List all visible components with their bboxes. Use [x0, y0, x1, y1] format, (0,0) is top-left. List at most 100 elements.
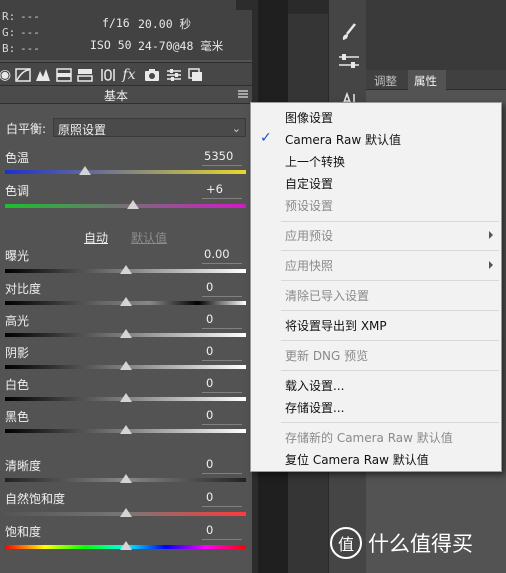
menu-item-save-new-defaults: 存储新的 Camera Raw 默认值 [285, 431, 453, 445]
checkmark-icon: ✓ [260, 130, 272, 146]
menu-item-camera-raw-default[interactable]: Camera Raw 默认值 [285, 131, 401, 148]
top-strip [288, 0, 328, 14]
menu-item-load-settings[interactable]: 载入设置... [285, 377, 344, 394]
slider-value-field[interactable]: 0 [206, 344, 213, 358]
slider-value-field[interactable]: 0 [206, 457, 213, 471]
panel-menu-icon[interactable] [238, 88, 248, 98]
info-readout: R: --- G: --- B: --- f/16 20.00 秒 ISO 50… [0, 0, 252, 60]
camera-calibration-tab-icon[interactable] [143, 67, 161, 83]
aperture-tab-icon[interactable]: ◉ [0, 67, 14, 83]
slider-label: 黑色 [5, 410, 30, 424]
slider-value-field[interactable]: 0 [206, 376, 213, 390]
detail-tab-icon[interactable] [34, 67, 52, 83]
slider-thumb[interactable] [119, 297, 132, 306]
white-balance-label: 白平衡: [6, 122, 47, 136]
auto-link[interactable]: 自动 [84, 229, 108, 246]
slider-thumb[interactable] [119, 474, 132, 483]
white-balance-select[interactable]: 原照设置 ⌄ [53, 118, 246, 137]
menu-item-previous-conversion[interactable]: 上一个转换 [285, 153, 345, 170]
slider-thumb[interactable] [119, 393, 132, 402]
default-link[interactable]: 默认值 [131, 229, 167, 246]
slider-value-field[interactable]: 0 [206, 408, 213, 422]
slider-label: 饱和度 [5, 525, 42, 539]
value-underline [202, 328, 242, 329]
value-underline [202, 392, 242, 393]
b-value: --- [20, 42, 40, 55]
panel-header: 基本 [0, 86, 252, 104]
brush-icon[interactable] [339, 22, 359, 42]
slider-track[interactable] [5, 170, 246, 174]
slider-value-field[interactable]: 0 [206, 523, 213, 537]
watermark: 值 什么值得买 [330, 527, 473, 559]
menu-item-clear-imported: 清除已导入设置 [285, 289, 370, 303]
tab-adjust[interactable]: 调整 [374, 73, 397, 89]
slider-thumb[interactable] [119, 508, 132, 517]
menu-separator [281, 340, 499, 341]
watermark-text: 什么值得买 [368, 532, 473, 556]
value-underline [202, 360, 242, 361]
slider-value-field[interactable]: 5350 [204, 149, 233, 163]
menu-separator [281, 280, 499, 281]
g-label: G: [2, 26, 16, 39]
menu-item-image-settings[interactable]: 图像设置 [285, 109, 333, 126]
value-underline [202, 539, 242, 540]
panel-title: 基本 [104, 89, 129, 103]
r-value: --- [20, 10, 40, 23]
slider-value-field[interactable]: 0 [206, 280, 213, 294]
g-value: --- [20, 26, 40, 39]
slider-value-field[interactable]: 0.00 [204, 247, 230, 261]
value-underline [202, 473, 242, 474]
slider-thumb[interactable] [126, 200, 139, 209]
slider-value-field[interactable]: +6 [206, 182, 223, 196]
panel-tabs: ◉ fx [0, 62, 252, 86]
value-underline [202, 424, 242, 425]
menu-separator [281, 370, 499, 371]
value-underline [202, 165, 242, 166]
split-toning-tab-icon[interactable] [76, 67, 94, 83]
menu-item-preset-settings: 预设设置 [285, 199, 334, 213]
chevron-down-icon: ⌄ [231, 122, 241, 135]
shutter-speed: 20.00 秒 [138, 17, 192, 31]
camera-raw-panel: R: --- G: --- B: --- f/16 20.00 秒 ISO 50… [0, 0, 252, 573]
aperture: f/16 [102, 16, 130, 30]
adjustment-sliders-icon[interactable] [338, 52, 360, 70]
menu-item-save-settings[interactable]: 存储设置... [285, 399, 344, 416]
corner-block [236, 0, 252, 10]
snapshots-tab-icon[interactable] [187, 67, 205, 83]
menu-item-custom-settings[interactable]: 自定设置 [285, 175, 333, 192]
menu-separator [281, 310, 499, 311]
slider-value-field[interactable]: 0 [206, 312, 213, 326]
tab-properties[interactable]: 属性 [414, 73, 437, 89]
slider-label: 对比度 [5, 282, 42, 296]
iso: ISO 50 [90, 38, 132, 52]
hsl-tab-icon[interactable] [55, 67, 73, 83]
slider-value-field[interactable]: 0 [206, 490, 213, 504]
slider-track[interactable] [5, 204, 246, 208]
value-underline [202, 296, 242, 297]
value-underline [202, 198, 242, 199]
settings-context-menu: 图像设置 ✓ Camera Raw 默认值 上一个转换 自定设置 预设设置 应用… [250, 102, 502, 472]
menu-item-export-xmp[interactable]: 将设置导出到 XMP [285, 317, 387, 334]
tone-curve-tab-icon[interactable] [14, 67, 32, 83]
value-underline [202, 263, 242, 264]
submenu-arrow-icon [489, 231, 493, 239]
slider-thumb[interactable] [119, 541, 132, 550]
menu-separator [281, 422, 499, 423]
slider-label: 色调 [5, 184, 30, 198]
slider-thumb[interactable] [119, 265, 132, 274]
slider-label: 自然饱和度 [5, 492, 66, 506]
b-label: B: [2, 42, 16, 55]
slider-thumb[interactable] [119, 329, 132, 338]
slider-thumb[interactable] [119, 361, 132, 370]
effects-tab-icon[interactable]: fx [120, 67, 138, 83]
presets-tab-icon[interactable] [165, 67, 183, 83]
lens-corrections-tab-icon[interactable] [99, 67, 117, 83]
slider-thumb[interactable] [119, 425, 132, 434]
slider-thumb[interactable] [78, 166, 91, 175]
menu-item-update-dng-preview: 更新 DNG 预览 [285, 349, 369, 363]
menu-item-apply-preset: 应用预设 [285, 229, 334, 243]
slider-label: 高光 [5, 314, 30, 328]
value-underline [202, 506, 242, 507]
slider-label: 清晰度 [5, 459, 42, 473]
menu-item-reset-defaults[interactable]: 复位 Camera Raw 默认值 [285, 451, 429, 468]
